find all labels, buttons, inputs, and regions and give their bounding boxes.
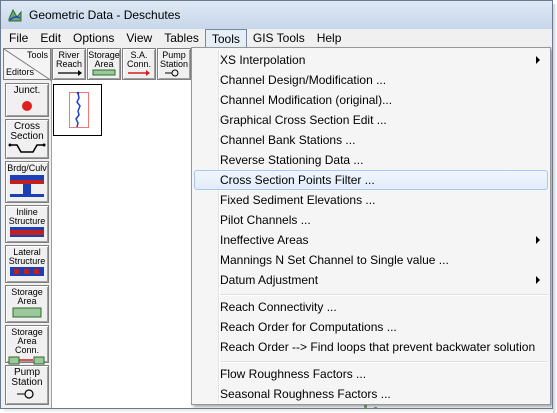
menu-item-xs-points-filter[interactable]: Cross Section Points Filter ... xyxy=(194,170,548,190)
inline-structure-tool-button[interactable]: Inline Structure xyxy=(5,205,49,243)
menu-item-label: Graphical Cross Section Edit ... xyxy=(220,113,387,127)
menu-item-label: Channel Modification (original)... xyxy=(220,93,393,107)
cross-section-label: Cross Section xyxy=(10,121,44,142)
storage-area-tool-button[interactable]: Storage Area xyxy=(5,285,49,323)
junction-label: Junct. xyxy=(13,85,41,96)
cross-section-icon xyxy=(8,143,46,153)
submenu-arrow-icon xyxy=(536,276,540,284)
storage-area-top-label: Storage Area xyxy=(88,50,120,69)
menu-item-xs-interpolation[interactable]: XS Interpolation xyxy=(194,50,548,70)
storage-area-connection-icon xyxy=(8,356,45,365)
menu-item-label: Ineffective Areas xyxy=(220,233,309,247)
storage-area-connection-tool-button[interactable]: Storage Area Conn. xyxy=(5,325,49,365)
menu-item-reach-order-computations[interactable]: Reach Order for Computations ... xyxy=(194,317,548,337)
editors-tools-toggle[interactable]: Tools Editors xyxy=(3,48,52,81)
map-feature-speck xyxy=(374,407,377,408)
window-title: Geometric Data - Deschutes xyxy=(29,8,181,22)
menu-separator xyxy=(220,294,548,296)
editors-toolbar: Tools Editors Junct. Cross Section Brdg/… xyxy=(1,48,52,408)
storage-area-top-tool-button[interactable]: Storage Area xyxy=(87,48,121,80)
storage-area-label: Storage Area xyxy=(11,287,43,306)
bridge-culvert-label: Brdg/Culv xyxy=(7,163,47,173)
menu-item-label: Reach Connectivity ... xyxy=(220,300,337,314)
sa-connection-top-icon xyxy=(128,70,150,76)
menu-item-label: XS Interpolation xyxy=(220,53,306,67)
menu-view[interactable]: View xyxy=(120,29,158,48)
lateral-structure-icon xyxy=(10,267,44,276)
pump-station-top-label: Pump Station xyxy=(159,50,189,69)
menu-item-label: Flow Roughness Factors ... xyxy=(220,367,367,381)
menu-item-graphical-xs-edit[interactable]: Graphical Cross Section Edit ... xyxy=(194,110,548,130)
menu-item-label: Fixed Sediment Elevations ... xyxy=(220,193,376,207)
menu-item-label: Channel Design/Modification ... xyxy=(220,73,387,87)
menu-item-pilot-channels[interactable]: Pilot Channels ... xyxy=(194,210,548,230)
sa-connection-top-tool-button[interactable]: S.A. Conn. xyxy=(122,48,156,80)
storage-area-connection-label: Storage Area Conn. xyxy=(11,327,43,355)
menu-help[interactable]: Help xyxy=(311,29,348,48)
cross-section-tool-button[interactable]: Cross Section xyxy=(5,119,49,159)
title-bar[interactable]: Geometric Data - Deschutes xyxy=(1,1,552,29)
menu-item-label: Pilot Channels ... xyxy=(220,213,311,227)
geometric-data-window: Geometric Data - Deschutes File Edit Opt… xyxy=(0,0,553,409)
overview-thumbnail[interactable] xyxy=(53,84,102,136)
river-reach-arrow-icon xyxy=(58,70,82,76)
menu-item-channel-bank-stations[interactable]: Channel Bank Stations ... xyxy=(194,130,548,150)
pump-station-top-icon xyxy=(165,69,179,77)
menu-item-reverse-stationing[interactable]: Reverse Stationing Data ... xyxy=(194,150,548,170)
menu-item-label: Reverse Stationing Data ... xyxy=(220,153,364,167)
menu-item-mannings-n-single[interactable]: Mannings N Set Channel to Single value .… xyxy=(194,250,548,270)
app-icon xyxy=(8,8,22,22)
sa-connection-top-label: S.A. Conn. xyxy=(126,50,152,69)
pump-station-top-tool-button[interactable]: Pump Station xyxy=(157,48,191,80)
submenu-arrow-icon xyxy=(536,56,540,64)
submenu-arrow-icon xyxy=(536,236,540,244)
pump-station-tool-button[interactable]: Pump Station xyxy=(5,365,49,405)
editors-tab-label: Editors xyxy=(6,67,35,77)
menu-item-label: Seasonal Roughness Factors ... xyxy=(220,387,391,401)
storage-area-icon xyxy=(12,307,42,318)
menu-gis-tools[interactable]: GIS Tools xyxy=(247,29,311,48)
river-network-icon xyxy=(75,91,81,128)
drawing-toolbar: River Reach Storage Area S.A. Conn. Pump… xyxy=(52,48,192,80)
pump-station-icon xyxy=(17,389,34,399)
menu-item-flow-roughness-factors[interactable]: Flow Roughness Factors ... xyxy=(194,364,548,384)
river-reach-tool-button[interactable]: River Reach xyxy=(52,48,86,80)
menu-options[interactable]: Options xyxy=(67,29,120,48)
menu-edit[interactable]: Edit xyxy=(34,29,67,48)
menu-separator xyxy=(220,361,548,363)
menu-bar: File Edit Options View Tables Tools GIS … xyxy=(1,29,552,48)
tools-tab-label: Tools xyxy=(26,50,48,60)
menu-item-ineffective-areas[interactable]: Ineffective Areas xyxy=(194,230,548,250)
menu-item-label: Reach Order for Computations ... xyxy=(220,320,397,334)
menu-item-reach-connectivity[interactable]: Reach Connectivity ... xyxy=(194,297,548,317)
menu-tools[interactable]: Tools xyxy=(204,29,247,48)
menu-item-label: Cross Section Points Filter ... xyxy=(220,173,375,187)
junction-tool-button[interactable]: Junct. xyxy=(5,83,49,117)
menu-item-label: Datum Adjustment xyxy=(220,273,319,287)
tools-dropdown-menu: XS Interpolation Channel Design/Modifica… xyxy=(191,47,551,405)
lateral-structure-tool-button[interactable]: Lateral Structure xyxy=(5,245,49,283)
inline-structure-label: Inline Structure xyxy=(8,207,46,226)
window-shadow-right xyxy=(553,4,557,413)
lateral-structure-label: Lateral Structure xyxy=(8,247,46,266)
junction-icon xyxy=(22,101,32,111)
menu-item-datum-adjustment[interactable]: Datum Adjustment xyxy=(194,270,548,290)
river-reach-label: River Reach xyxy=(55,50,82,69)
map-feature-speck xyxy=(364,405,367,408)
inline-structure-icon xyxy=(10,227,44,237)
menu-item-fixed-sediment-elevations[interactable]: Fixed Sediment Elevations ... xyxy=(194,190,548,210)
menu-tables[interactable]: Tables xyxy=(158,29,205,48)
menu-item-label: Channel Bank Stations ... xyxy=(220,133,356,147)
menu-item-label: Mannings N Set Channel to Single value .… xyxy=(220,253,449,267)
menu-item-reach-order-find-loops[interactable]: Reach Order --> Find loops that prevent … xyxy=(194,337,548,374)
bridge-culvert-tool-button[interactable]: Brdg/Culv xyxy=(5,161,49,203)
pump-station-label: Pump Station xyxy=(11,367,43,388)
menu-item-channel-modification[interactable]: Channel Modification (original)... xyxy=(194,90,548,110)
bridge-culvert-icon xyxy=(10,175,44,197)
menu-file[interactable]: File xyxy=(3,29,34,48)
storage-area-top-icon xyxy=(92,69,116,76)
menu-item-channel-design[interactable]: Channel Design/Modification ... xyxy=(194,70,548,90)
menu-item-seasonal-roughness-factors[interactable]: Seasonal Roughness Factors ... xyxy=(194,384,548,404)
